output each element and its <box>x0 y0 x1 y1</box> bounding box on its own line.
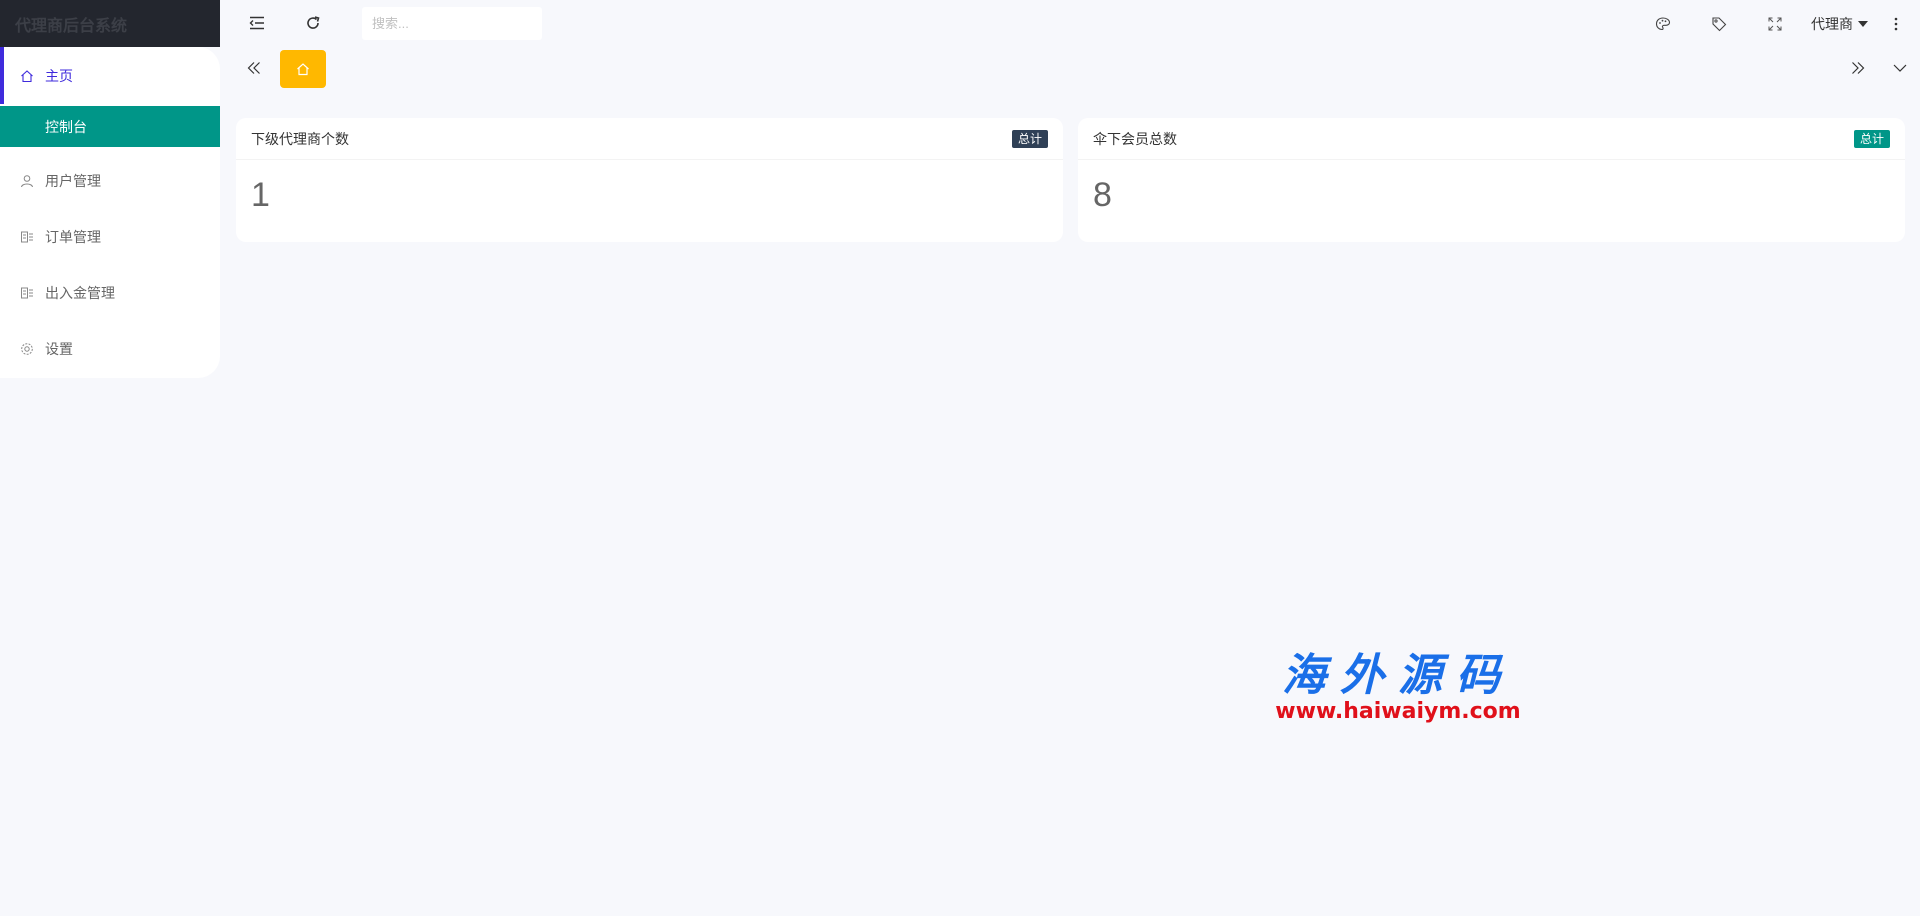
top-header: 代理商 <box>220 0 1920 47</box>
tag-icon <box>1712 16 1727 31</box>
sidebar-item-label: 出入金管理 <box>45 285 115 301</box>
card-value: 8 <box>1093 176 1112 214</box>
more-vertical-icon <box>1894 17 1898 30</box>
sidebar-item-home[interactable]: 主页 <box>0 47 220 104</box>
double-chevron-left-icon <box>247 62 260 74</box>
sidebar-item-orders[interactable]: 订单管理 <box>0 209 220 265</box>
menu-fold-icon <box>249 16 264 30</box>
header-right: 代理商 <box>1649 0 1920 47</box>
gear-icon <box>20 342 34 356</box>
list-icon <box>20 230 34 244</box>
user-icon <box>20 174 34 188</box>
refresh-icon <box>307 16 320 29</box>
double-chevron-right-icon <box>1852 62 1865 74</box>
list-icon <box>20 286 34 300</box>
card-title: 下级代理商个数 <box>251 130 349 147</box>
watermark-url: www.haiwaiym.com <box>1275 699 1521 724</box>
tabs-scroll-right-button[interactable] <box>1844 54 1872 82</box>
watermark-brand: 海外源码 <box>1282 650 1514 701</box>
total-badge: 总计 <box>1011 129 1048 148</box>
fullscreen-icon <box>1768 17 1782 30</box>
card-header: 伞下会员总数 总计 <box>1078 118 1905 160</box>
card-value: 1 <box>251 176 270 214</box>
sidebar-item-users[interactable]: 用户管理 <box>0 153 220 209</box>
stat-card-agents: 下级代理商个数 总计 1 <box>236 118 1063 242</box>
sidebar-item-settings[interactable]: 设置 <box>0 321 220 377</box>
sidebar-item-label: 设置 <box>45 341 73 357</box>
user-menu[interactable]: 代理商 <box>1811 14 1868 34</box>
side-menu: 主页 控制台 用户管理 订单管理 出入金管理 设置 <box>0 47 220 378</box>
card-header: 下级代理商个数 总计 <box>236 118 1063 160</box>
home-icon <box>20 69 34 83</box>
user-name: 代理商 <box>1811 15 1853 32</box>
refresh-button[interactable] <box>299 9 327 37</box>
sidebar-item-label: 主页 <box>45 67 73 84</box>
menu-fold-button[interactable] <box>243 9 271 37</box>
stat-card-members: 伞下会员总数 总计 8 <box>1078 118 1905 242</box>
home-icon <box>297 63 309 76</box>
tabs-bar <box>220 47 1920 89</box>
theme-button[interactable] <box>1649 10 1677 38</box>
sidebar-item-label: 订单管理 <box>45 229 101 245</box>
fullscreen-button[interactable] <box>1761 10 1789 38</box>
sidebar: 代理商后台系统 主页 控制台 用户管理 订单管理 出入金管理 设置 <box>0 0 220 916</box>
sidebar-item-label: 用户管理 <box>45 173 101 189</box>
search-input[interactable] <box>362 7 542 40</box>
tab-home[interactable] <box>280 50 326 88</box>
sidebar-item-console[interactable]: 控制台 <box>0 106 220 147</box>
card-title: 伞下会员总数 <box>1093 130 1177 147</box>
total-badge: 总计 <box>1853 129 1890 148</box>
tabs-scroll-left-button[interactable] <box>240 54 268 82</box>
sidebar-item-funds[interactable]: 出入金管理 <box>0 265 220 321</box>
caret-down-icon <box>1858 20 1868 27</box>
app-title: 代理商后台系统 <box>0 0 220 47</box>
palette-icon <box>1655 16 1671 30</box>
watermark: 海外源码 www.haiwaiym.com <box>1248 652 1548 728</box>
more-button[interactable] <box>1882 10 1910 38</box>
chevron-down-icon <box>1893 64 1907 72</box>
tag-button[interactable] <box>1705 10 1733 38</box>
tabs-dropdown-button[interactable] <box>1886 54 1914 82</box>
